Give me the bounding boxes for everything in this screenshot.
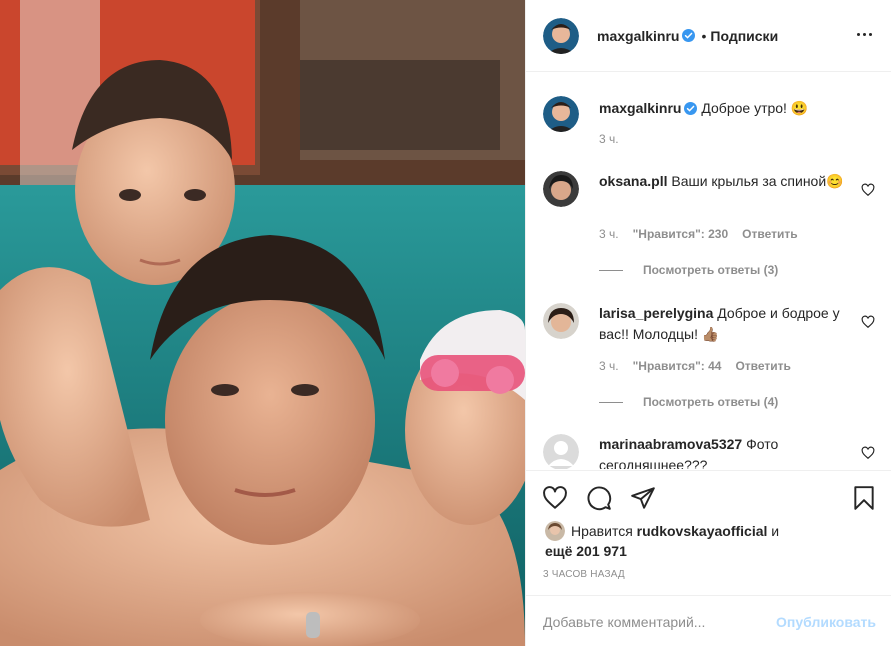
reply-button[interactable]: Ответить — [742, 227, 797, 241]
view-replies-button[interactable]: Посмотреть ответы (4) — [575, 395, 778, 409]
likes-and: и — [771, 523, 780, 539]
heart-icon[interactable] — [861, 446, 875, 460]
caption-avatar[interactable] — [543, 96, 579, 132]
view-replies-button[interactable]: Посмотреть ответы (3) — [575, 263, 778, 277]
verified-badge-icon — [684, 102, 698, 115]
instagram-post: maxgalkinru • Подписки maxgalkinru Добро… — [0, 0, 891, 646]
comments-list[interactable]: maxgalkinru Доброе утро! 😃 3 ч. oksana.p… — [526, 73, 891, 469]
comment-text-block: larisa_perelygina Доброе и бодрое у вас!… — [599, 303, 845, 345]
comment-input[interactable] — [543, 613, 777, 630]
author-avatar[interactable] — [543, 17, 579, 54]
heart-icon[interactable] — [861, 315, 875, 329]
comment-avatar[interactable] — [543, 171, 579, 207]
comment-avatar[interactable] — [543, 303, 579, 339]
comment-time[interactable]: 3 ч. — [599, 359, 619, 373]
caption-username[interactable]: maxgalkinru — [599, 100, 681, 116]
comment-meta: 3 ч. "Нравится": 230 Ответить — [599, 227, 798, 241]
post-timestamp[interactable]: 3 ЧАСОВ НАЗАД — [543, 569, 625, 580]
post-header: maxgalkinru • Подписки — [526, 0, 891, 72]
bookmark-icon[interactable] — [851, 485, 877, 511]
follow-button[interactable]: Подписки — [710, 28, 778, 44]
caption-time[interactable]: 3 ч. — [599, 132, 619, 146]
reply-button[interactable]: Ответить — [735, 359, 790, 373]
pool-family-photo — [0, 0, 525, 646]
post-photo[interactable] — [0, 0, 525, 646]
share-icon[interactable] — [630, 485, 656, 511]
add-comment-bar: Опубликовать — [526, 595, 891, 647]
heart-icon[interactable] — [861, 183, 875, 197]
likes-count[interactable]: ещё 201 971 — [545, 543, 627, 559]
comment-username[interactable]: larisa_perelygina — [599, 305, 713, 321]
publish-button[interactable]: Опубликовать — [776, 614, 876, 630]
author-username[interactable]: maxgalkinru — [597, 28, 679, 44]
caption-text-block: maxgalkinru Доброе утро! 😃 — [599, 98, 845, 119]
comment-likes[interactable]: "Нравится": 44 — [633, 359, 722, 373]
verified-badge-icon — [682, 29, 696, 42]
comment-text-block: oksana.pll Ваши крылья за спиной😊 — [599, 171, 845, 192]
comment-avatar[interactable] — [543, 434, 579, 469]
header-separator: • — [701, 27, 707, 44]
comment-likes[interactable]: "Нравится": 230 — [633, 227, 729, 241]
heart-icon[interactable] — [542, 485, 568, 511]
liker-username[interactable]: rudkovskayaofficial — [637, 523, 768, 539]
comment-username[interactable]: marinaabramova5327 — [599, 436, 742, 452]
more-icon[interactable] — [852, 22, 876, 46]
caption-text: Доброе утро! 😃 — [701, 100, 809, 116]
comment-text-block: marinaabramova5327 Фото сегодняшнее??? — [599, 434, 845, 469]
comment-username[interactable]: oksana.pll — [599, 173, 667, 189]
comment-meta: 3 ч. "Нравится": 44 Ответить — [599, 359, 791, 373]
comment-icon[interactable] — [586, 485, 612, 511]
likes-prefix: Нравится — [571, 523, 633, 539]
comment-text: Ваши крылья за спиной😊 — [671, 173, 844, 189]
post-side-panel: maxgalkinru • Подписки maxgalkinru Добро… — [525, 0, 891, 646]
post-actions: Нравится rudkovskayaofficial и ещё 201 9… — [526, 470, 891, 646]
likes-summary: Нравится rudkovskayaofficial и ещё 201 9… — [545, 521, 885, 561]
comment-time[interactable]: 3 ч. — [599, 227, 619, 241]
liker-avatar[interactable] — [545, 521, 565, 541]
